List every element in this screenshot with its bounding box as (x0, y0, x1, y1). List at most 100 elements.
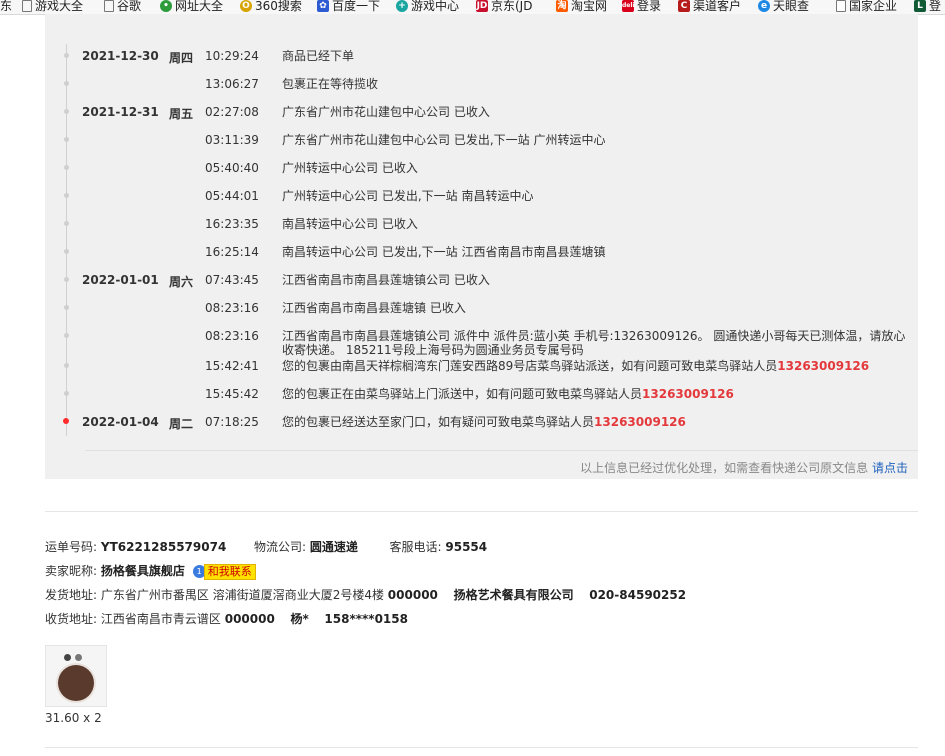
bookmark-label: 京东(JD (491, 0, 533, 13)
courier-phone: 13263009126 (594, 415, 686, 429)
bookmark-label: 游戏大全 (35, 0, 84, 13)
bookmark-item[interactable]: ✿ 百度一下 (317, 0, 380, 12)
bookmark-item[interactable]: JD 京东(JD (476, 0, 532, 12)
product-plate-image (58, 665, 94, 701)
bookmark-label: 天眼查 (773, 0, 810, 13)
entry-description: 您的包裹由南昌天祥棕榈湾东门莲安西路89号店菜鸟驿站派送，如有问题可致电菜鸟驿站… (282, 359, 910, 373)
bookmark-label: 淘宝网 (571, 0, 608, 13)
bookmark-label: 东 (0, 0, 13, 13)
entry-text: 南昌转运中心公司 已发出,下一站 江西省南昌市南昌县莲塘镇 (282, 245, 606, 259)
bookmark-item[interactable]: C 渠道客户 (678, 0, 741, 12)
entry-description: 您的包裹正在由菜鸟驿站上门派送中，如有问题可致电菜鸟驿站人员1326300912… (282, 387, 910, 401)
courier-phone: 13263009126 (777, 359, 870, 373)
taobao-icon: 淘 (556, 0, 568, 12)
entry-time: 05:40:40 (205, 161, 259, 175)
ship-address: 广东省广州市番禺区 溶浦街道厦滘商业大厦2号楼4楼 (100, 588, 384, 602)
entry-time: 07:43:45 (205, 273, 259, 287)
receiver-phone: 158****0158 (324, 612, 408, 626)
bookmark-item[interactable]: L 登 (914, 0, 941, 12)
entry-date: 2022-01-01 (82, 273, 159, 287)
bookmark-label: 网址大全 (175, 0, 224, 13)
timeline-dot (64, 53, 69, 58)
jd-icon: JD (476, 0, 488, 12)
page-icon (104, 0, 114, 12)
entry-time: 15:42:41 (205, 359, 259, 373)
product-image-detail (75, 654, 82, 661)
carrier-label: 物流公司: (253, 540, 306, 554)
product-image-detail (64, 654, 71, 661)
receive-zip: 000000 (224, 612, 275, 626)
entry-text: 广东省广州市花山建包中心公司 已发出,下一站 广州转运中心 (282, 133, 606, 147)
receive-address: 江西省南昌市青云谱区 (100, 612, 221, 626)
entry-weekday: 周二 (169, 417, 194, 431)
entry-date: 2021-12-30 (82, 49, 159, 63)
entry-description: 商品已经下单 (282, 49, 910, 63)
receiver-name: 杨* (290, 612, 309, 626)
bookmark-label: 登录 (637, 0, 662, 13)
entry-text: 广东省广州市花山建包中心公司 已收入 (282, 105, 490, 119)
timeline-dot-latest (63, 418, 69, 424)
product-price-quantity: 31.60 x 2 (45, 711, 102, 725)
bookmark-item[interactable]: • 网址大全 (160, 0, 223, 12)
hao123-icon: • (160, 0, 172, 12)
bookmark-label: 谷歌 (117, 0, 142, 13)
l-logo-icon: L (914, 0, 926, 12)
service-phone-label: 客服电话: (389, 540, 442, 554)
bookmark-label: 360搜索 (255, 0, 302, 13)
entry-time: 05:44:01 (205, 189, 259, 203)
bookmark-item[interactable]: 谷歌 (104, 0, 141, 12)
waybill-row: 运单号码: YT6221285579074 物流公司: 圆通速递 客服电话: 9… (45, 538, 487, 555)
entry-description: 包裹正在等待揽收 (282, 77, 910, 91)
entry-text: 广州转运中心公司 已发出,下一站 南昌转运中心 (282, 189, 534, 203)
view-original-link[interactable]: 请点击 (872, 461, 908, 475)
entry-time: 08:23:16 (205, 301, 259, 315)
contact-me-label: 和我联系 (203, 563, 256, 580)
note-text: 以上信息已经过优化处理，如需查看快递公司原文信息 (580, 461, 869, 475)
ship-zip: 000000 (387, 588, 438, 602)
channel-icon: C (678, 0, 690, 12)
entry-text: 江西省南昌市南昌县莲塘镇公司 派件中 派件员:蓝小英 手机号:132630091… (282, 329, 906, 357)
contact-me-button[interactable]: 1 和我联系 (192, 563, 256, 580)
seller-row: 卖家昵称: 扬格餐具旗舰店 1 和我联系 (45, 562, 256, 580)
seller-name[interactable]: 扬格餐具旗舰店 (101, 564, 185, 578)
product-thumbnail[interactable] (45, 645, 107, 707)
entry-time: 08:23:16 (205, 329, 259, 343)
receive-address-row: 收货地址: 江西省南昌市青云谱区 000000 杨* 158****0158 (45, 610, 408, 627)
ship-phone: 020-84590252 (589, 588, 687, 602)
bookmark-item[interactable]: 东 (0, 0, 12, 12)
entry-text: 江西省南昌市南昌县莲塘镇 已收入 (282, 301, 466, 315)
receive-address-label: 收货地址: (45, 612, 98, 626)
bookmark-item[interactable]: e 天眼查 (758, 0, 809, 12)
entry-description: 江西省南昌市南昌县莲塘镇 已收入 (282, 301, 910, 315)
entry-date: 2022-01-04 (82, 415, 159, 429)
entry-description: 您的包裹已经送达至家门口，如有疑问可致电菜鸟驿站人员13263009126 (282, 415, 910, 429)
timeline-dot (64, 391, 69, 396)
timeline-dot (64, 137, 69, 142)
entry-description: 江西省南昌市南昌县莲塘镇公司 已收入 (282, 273, 910, 287)
bookmark-item[interactable]: + 游戏中心 (396, 0, 459, 12)
entry-description: 广州转运中心公司 已发出,下一站 南昌转运中心 (282, 189, 910, 203)
entry-text: 江西省南昌市南昌县莲塘镇公司 已收入 (282, 273, 490, 287)
bookmark-item[interactable]: 国家企业 (836, 0, 897, 12)
bookmark-item[interactable]: 游戏大全 (22, 0, 83, 12)
entry-description: 广东省广州市花山建包中心公司 已发出,下一站 广州转运中心 (282, 133, 910, 147)
page-icon (22, 0, 32, 12)
service-phone: 95554 (445, 540, 488, 554)
carrier-name: 圆通速递 (309, 540, 358, 554)
seller-label: 卖家昵称: (45, 564, 98, 578)
entry-weekday: 周四 (169, 51, 194, 65)
bookmark-item[interactable]: 淘 淘宝网 (556, 0, 607, 12)
entry-description: 南昌转运中心公司 已收入 (282, 217, 910, 231)
baidu-paw-icon: ✿ (317, 0, 329, 12)
page-icon (836, 0, 846, 12)
entry-time: 07:18:25 (205, 415, 259, 429)
entry-text: 您的包裹由南昌天祥棕榈湾东门莲安西路89号店菜鸟驿站派送，如有问题可致电菜鸟驿站… (282, 359, 778, 373)
bookmark-item[interactable]: deli 登录 (622, 0, 661, 12)
entry-text: 南昌转运中心公司 已收入 (282, 217, 418, 231)
entry-description: 南昌转运中心公司 已发出,下一站 江西省南昌市南昌县莲塘镇 (282, 245, 910, 259)
waybill-number: YT6221285579074 (100, 540, 227, 554)
bookmark-item[interactable]: O 360搜索 (240, 0, 302, 12)
timeline-dot (64, 277, 69, 282)
entry-text: 您的包裹已经送达至家门口，如有疑问可致电菜鸟驿站人员 (282, 415, 595, 429)
optimization-note: 以上信息已经过优化处理，如需查看快递公司原文信息 请点击 (580, 459, 908, 476)
